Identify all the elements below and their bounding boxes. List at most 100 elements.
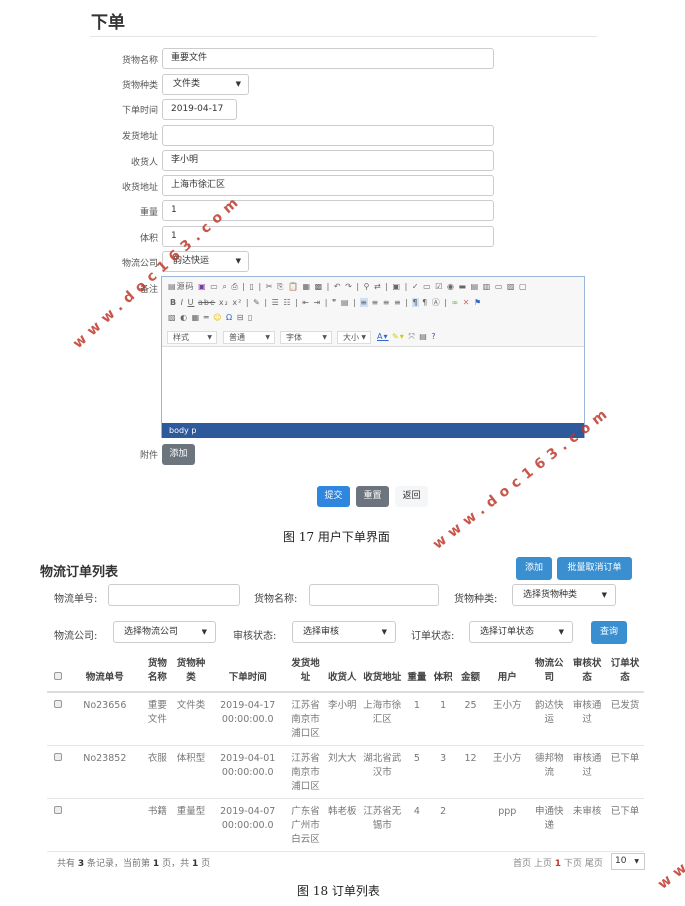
order-date-input[interactable]: 2019-04-17 (162, 99, 237, 120)
show-blocks-icon[interactable]: ▤ (419, 332, 428, 341)
align-center-icon[interactable]: ≡ (371, 298, 379, 307)
row-checkbox[interactable] (53, 700, 62, 708)
col-goods-name[interactable]: 货物名称 (141, 655, 174, 693)
div-icon[interactable]: ▤ (341, 298, 350, 307)
size-dropdown[interactable]: 大小 ▼ (337, 331, 371, 344)
row-checkbox[interactable] (53, 753, 62, 761)
col-company[interactable]: 物流公司 (530, 655, 569, 693)
table-row[interactable]: No23852 衣服 体积型 2019-04-01 00:00:00.0 江苏省南京市浦… (47, 745, 644, 799)
table-row[interactable]: No23656 重要文件 文件类 2019-04-17 00:00:00.0 江苏省南京… (47, 692, 644, 746)
paste-word-icon[interactable]: ▩ (315, 282, 324, 291)
help-icon[interactable]: ? (431, 332, 436, 341)
find-icon[interactable]: ⚲ (364, 282, 371, 291)
remove-format-icon[interactable]: ✎ (253, 298, 261, 307)
maximize-icon[interactable]: ⤧ (408, 332, 415, 341)
rtl-icon[interactable]: ¶ (422, 298, 428, 307)
col-user[interactable]: 用户 (484, 655, 531, 693)
subscript-icon[interactable]: x₂ (219, 298, 229, 307)
col-review[interactable]: 审核状态 (568, 655, 607, 693)
back-button[interactable]: 返回 (395, 486, 428, 507)
col-ship-address[interactable]: 发货地址 (286, 655, 325, 693)
link-icon[interactable]: ∞ (452, 298, 460, 307)
search-button[interactable]: 查询 (591, 621, 627, 644)
ltr-icon[interactable]: ¶ (412, 298, 419, 307)
radio-icon[interactable]: ◉ (447, 282, 455, 291)
col-order-time[interactable]: 下单时间 (208, 655, 287, 693)
replace-icon[interactable]: ⇄ (374, 282, 382, 291)
blockquote-icon[interactable]: ❞ (332, 298, 337, 307)
smiley-icon[interactable]: ☺ (213, 313, 222, 322)
col-receive-address[interactable]: 收货地址 (360, 655, 405, 693)
image-button-icon[interactable]: ▨ (507, 282, 516, 291)
row-checkbox[interactable] (53, 806, 62, 814)
outdent-icon[interactable]: ⇤ (302, 298, 310, 307)
style-dropdown[interactable]: 样式 ▼ (167, 331, 217, 344)
col-tracking-no[interactable]: 物流单号 (68, 655, 142, 693)
superscript-icon[interactable]: x² (232, 298, 242, 307)
ship-address-input[interactable] (162, 125, 494, 146)
last-page-link[interactable]: 尾页 (585, 859, 603, 869)
indent-icon[interactable]: ⇥ (314, 298, 322, 307)
textfield-icon[interactable]: ▬ (458, 282, 467, 291)
strike-icon[interactable]: abc (198, 298, 215, 307)
editor-toolbar-row-3[interactable]: ▨ ◐ ▦ ═ ☺ Ω ⊟ ▯ (168, 313, 253, 322)
first-page-link[interactable]: 首页 (513, 859, 531, 869)
add-order-button[interactable]: 添加 (516, 557, 552, 580)
submit-button[interactable]: 提交 (317, 486, 350, 507)
new-page-icon[interactable]: ▭ (210, 282, 219, 291)
copy-icon[interactable]: ⎘ (277, 282, 284, 291)
goods-name-input[interactable]: 重要文件 (162, 48, 494, 69)
align-right-icon[interactable]: ≡ (383, 298, 391, 307)
goods-type-select[interactable]: 文件类 ▼ (162, 74, 249, 95)
numbered-list-icon[interactable]: ☰ (272, 298, 280, 307)
source-icon[interactable]: ▤ (168, 282, 177, 291)
next-page-link[interactable]: 下页 (564, 859, 582, 869)
reset-button[interactable]: 重置 (356, 486, 389, 507)
paste-icon[interactable]: 📋 (288, 282, 299, 291)
template-icon[interactable]: ▯ (250, 282, 255, 291)
button-icon[interactable]: ▭ (495, 282, 504, 291)
text-color-icon[interactable]: A▾ (377, 332, 389, 341)
prev-page-link[interactable]: 上页 (534, 859, 552, 869)
textarea-icon[interactable]: ▤ (471, 282, 480, 291)
checkbox-icon[interactable]: ☑ (435, 282, 443, 291)
table-row[interactable]: 书籍 重量型 2019-04-07 00:00:00.0 广东省广州市白云区 韩老板 江苏… (47, 798, 644, 852)
col-volume[interactable]: 体积 (429, 655, 457, 693)
page-link[interactable]: 1 (555, 859, 561, 869)
receive-address-input[interactable]: 上海市徐汇区 (162, 175, 494, 196)
language-icon[interactable]: Ⓐ (432, 298, 441, 307)
goods-name-filter-input[interactable] (309, 584, 439, 606)
col-weight[interactable]: 重量 (404, 655, 430, 693)
receiver-input[interactable]: 李小明 (162, 150, 494, 171)
unlink-icon[interactable]: ✕ (463, 298, 471, 307)
horizontal-rule-icon[interactable]: ═ (204, 313, 210, 322)
font-dropdown[interactable]: 字体 ▼ (280, 331, 332, 344)
page-break-icon[interactable]: ⊟ (237, 313, 245, 322)
align-left-icon[interactable]: ≡ (360, 298, 368, 307)
select-all-checkbox[interactable] (53, 672, 62, 680)
tracking-no-input[interactable] (108, 584, 240, 606)
company-filter-select[interactable]: 选择物流公司 ▼ (113, 621, 216, 643)
editor-toolbar-row-4[interactable]: A▾ ✎▾ ⤧ ▤ ? (377, 332, 437, 342)
undo-icon[interactable]: ↶ (334, 282, 342, 291)
paste-text-icon[interactable]: ▦ (302, 282, 311, 291)
underline-icon[interactable]: U (188, 298, 195, 307)
italic-icon[interactable]: I (181, 298, 184, 307)
source-button[interactable]: 源码 (177, 282, 195, 291)
flash-icon[interactable]: ◐ (180, 313, 188, 322)
batch-cancel-button[interactable]: 批量取消订单 (557, 557, 632, 580)
preview-icon[interactable]: ⌕ (222, 282, 227, 291)
justify-icon[interactable]: ≡ (394, 298, 402, 307)
col-goods-type[interactable]: 货物种类 (173, 655, 209, 693)
editor-toolbar-row-1[interactable]: ▤源码 ▣ ▭ ⌕ ⎙ | ▯ | ✂ ⎘ 📋 ▦ ▩ | ↶ ↷ | ⚲ ⇄ … (168, 281, 528, 292)
bullet-list-icon[interactable]: ☷ (283, 298, 291, 307)
save-icon[interactable]: ▣ (198, 282, 207, 291)
redo-icon[interactable]: ↷ (345, 282, 353, 291)
special-char-icon[interactable]: Ω (226, 313, 233, 322)
bg-color-icon[interactable]: ✎▾ (392, 332, 405, 341)
table-icon[interactable]: ▦ (192, 313, 201, 322)
spellcheck-icon[interactable]: ✓ (412, 282, 420, 291)
image-icon[interactable]: ▨ (168, 313, 177, 322)
select-all-icon[interactable]: ▣ (393, 282, 402, 291)
col-order-status[interactable]: 订单状态 (606, 655, 644, 693)
